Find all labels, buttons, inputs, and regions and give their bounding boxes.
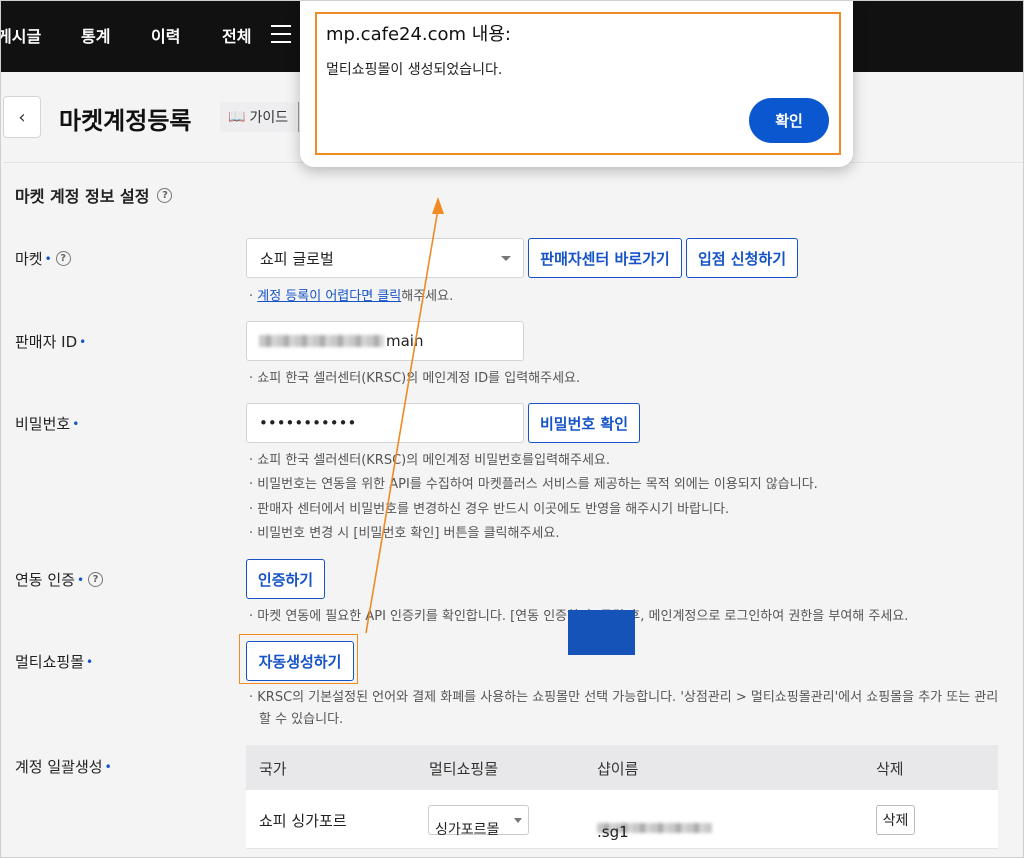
table-row: 쇼피 싱가포르 싱가포르몰 .sg1 삭제 xyxy=(246,790,998,849)
password-help-text: 쇼피 한국 셀러센터(KRSC)의 메인계정 비밀번호를입력해주세요. xyxy=(257,453,610,468)
seller-id-label: 판매자 ID • xyxy=(15,331,88,352)
shop-name-suffix: .sg1 xyxy=(597,823,629,841)
country-cell: 쇼피 싱가포르 xyxy=(259,812,347,830)
multi-mall-label: 멀티쇼핑몰 • xyxy=(15,651,95,672)
market-select[interactable]: 쇼피 글로벌 xyxy=(246,238,524,278)
help-icon[interactable]: ? xyxy=(157,187,173,203)
page-title: 마켓계정등록 xyxy=(59,107,192,135)
password-label: 비밀번호 • xyxy=(15,413,81,434)
redacted-text xyxy=(259,335,384,347)
nav-item-history[interactable]: 이력 xyxy=(151,23,180,47)
seller-id-value: main xyxy=(386,332,424,350)
dialog-title: mp.cafe24.com 내용: xyxy=(326,24,511,45)
help-link[interactable]: 계정 등록이 어렵다면 클릭 xyxy=(257,289,401,304)
chevron-left-icon: ‹ xyxy=(18,106,26,128)
nav-item-posts[interactable]: 게시글 xyxy=(1,23,41,47)
seller-id-input[interactable]: main xyxy=(246,321,524,361)
redaction-box xyxy=(568,610,635,655)
nav-item-stats[interactable]: 통계 xyxy=(81,23,110,47)
multi-mall-label-text: 멀티쇼핑몰 xyxy=(15,653,85,671)
nav-item-all[interactable]: 전체 xyxy=(222,23,251,47)
multi-mall-help-text: KRSC의 기본설정된 언어와 결제 화폐를 사용하는 쇼핑몰만 선택 가능합니… xyxy=(257,690,999,705)
seller-id-label-text: 판매자 ID xyxy=(15,333,78,351)
auth-label: 연동 인증 • ? xyxy=(15,569,104,590)
market-select-value: 쇼피 글로벌 xyxy=(260,249,334,268)
required-mark: • xyxy=(76,572,85,587)
auth-button[interactable]: 인증하기 xyxy=(246,559,325,599)
back-button[interactable]: ‹ xyxy=(3,96,41,138)
seller-id-help-text: 쇼피 한국 셀러센터(KRSC)의 메인계정 ID를 입력해주세요. xyxy=(257,371,581,386)
password-input[interactable]: ••••••••••• xyxy=(246,403,524,443)
multi-mall-help: · KRSC의 기본설정된 언어와 결제 화폐를 사용하는 쇼핑몰만 선택 가능… xyxy=(249,690,999,705)
password-help-2: · 비밀번호는 연동을 위한 API를 수집하여 마켓플러스 서비스를 제공하는… xyxy=(249,477,818,492)
guide-label: 가이드 xyxy=(249,110,289,126)
delete-row-button[interactable]: 삭제 xyxy=(876,805,915,835)
password-confirm-button[interactable]: 비밀번호 확인 xyxy=(528,403,640,443)
guide-button[interactable]: 📖 가이드 xyxy=(220,102,297,132)
app-window: 게시글 통계 이력 전체 ‹ 마켓계정등록 📖 가이드 마켓 계정 정보 설정 … xyxy=(0,0,1024,858)
password-help-4: · 비밀번호 변경 시 [비밀번호 확인] 버튼을 클릭해주세요. xyxy=(249,526,560,541)
column-header: 삭제 xyxy=(876,760,904,778)
password-help-text: 판매자 센터에서 비밀번호를 변경하신 경우 반드시 이곳에도 반영을 해주시기… xyxy=(257,502,730,517)
required-mark: • xyxy=(44,251,52,266)
market-help: · 계정 등록이 어렵다면 클릭해주세요. xyxy=(249,289,454,304)
column-header: 멀티쇼핑몰 xyxy=(429,760,499,778)
auto-create-button[interactable]: 자동생성하기 xyxy=(246,641,354,681)
bulk-label-text: 계정 일괄생성 xyxy=(15,758,103,776)
required-mark: • xyxy=(86,654,94,669)
apply-button[interactable]: 입점 신청하기 xyxy=(686,238,798,278)
multi-mall-help-2: 할 수 있습니다. xyxy=(259,712,344,727)
bulk-label: 계정 일괄생성 • xyxy=(15,756,114,777)
market-help-rest: 해주세요. xyxy=(401,289,454,304)
password-label-text: 비밀번호 xyxy=(15,415,71,433)
market-label-text: 마켓 xyxy=(15,250,43,268)
help-icon[interactable]: ? xyxy=(88,572,104,587)
seller-center-button[interactable]: 판매자센터 바로가기 xyxy=(528,238,682,278)
password-help-3: · 판매자 센터에서 비밀번호를 변경하신 경우 반드시 이곳에도 반영을 해주… xyxy=(249,502,730,517)
dialog-ok-button[interactable]: 확인 xyxy=(749,98,829,143)
password-help-text: 비밀번호 변경 시 [비밀번호 확인] 버튼을 클릭해주세요. xyxy=(257,526,560,541)
chevron-down-icon xyxy=(514,818,522,823)
section-title: 마켓 계정 정보 설정 ? xyxy=(15,183,173,207)
mall-select[interactable]: 싱가포르몰 xyxy=(428,805,529,838)
mall-select-value: 싱가포르몰 xyxy=(435,822,500,838)
column-header: 샵이름 xyxy=(597,760,639,778)
menu-icon[interactable] xyxy=(271,25,291,43)
required-mark: • xyxy=(72,416,80,431)
dialog-message: 멀티쇼핑몰이 생성되었습니다. xyxy=(326,62,503,78)
password-help-text: 비밀번호는 연동을 위한 API를 수집하여 마켓플러스 서비스를 제공하는 목… xyxy=(257,477,818,492)
required-mark: • xyxy=(79,334,87,349)
password-value: ••••••••••• xyxy=(259,414,357,432)
section-title-text: 마켓 계정 정보 설정 xyxy=(15,187,150,206)
seller-id-help: · 쇼피 한국 셀러센터(KRSC)의 메인계정 ID를 입력해주세요. xyxy=(249,371,581,386)
column-header: 국가 xyxy=(259,760,287,778)
chevron-down-icon xyxy=(501,256,511,261)
help-icon[interactable]: ? xyxy=(55,251,71,266)
required-mark: • xyxy=(104,759,112,774)
table-header: 국가 멀티쇼핑몰 샵이름 삭제 xyxy=(246,745,998,790)
book-icon: 📖 xyxy=(228,109,246,125)
auth-label-text: 연동 인증 xyxy=(15,571,75,589)
market-label: 마켓 • ? xyxy=(15,248,71,269)
password-help-1: · 쇼피 한국 셀러센터(KRSC)의 메인계정 비밀번호를입력해주세요. xyxy=(249,453,610,468)
